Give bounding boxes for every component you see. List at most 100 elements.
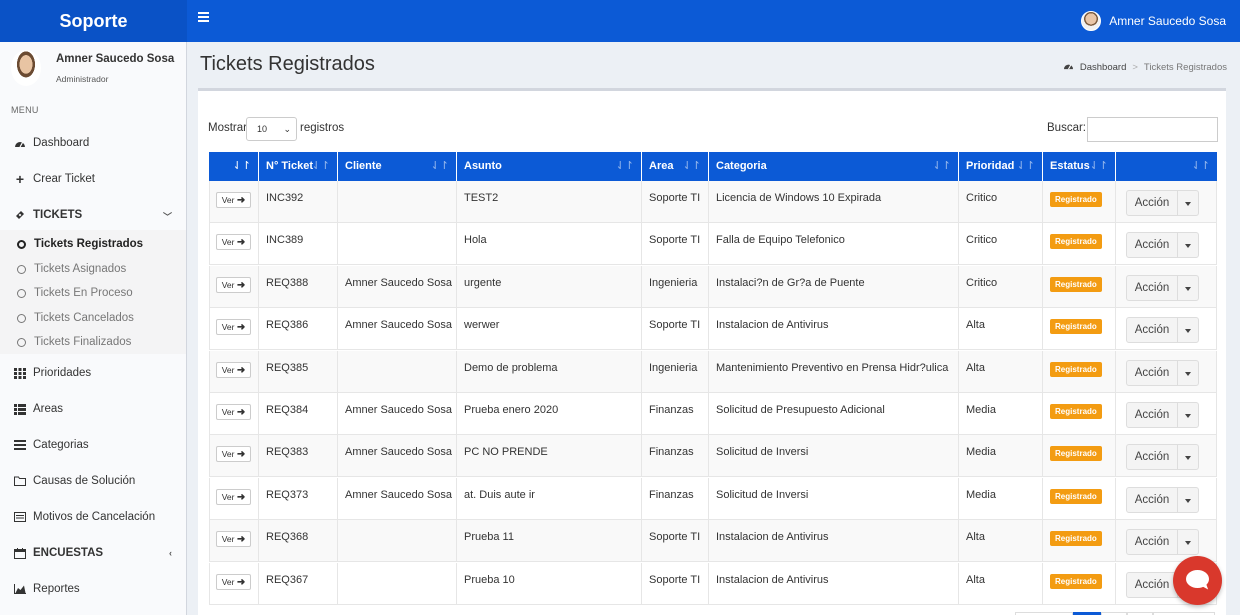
view-ticket-button[interactable]: Ver ➜ [216,361,251,378]
action-button[interactable]: Acción [1126,232,1178,259]
status-badge: Registrado [1050,361,1102,377]
view-button-label: Ver [221,576,235,587]
ticket-priority: Media [966,446,996,459]
action-button[interactable]: Acción [1126,274,1178,301]
table-cell: Media [959,435,1043,478]
column-header-categoria[interactable]: Categoria ⇃↾ [709,152,959,181]
view-ticket-button[interactable]: Ver ➜ [216,276,251,293]
sidebar-item-prioridades[interactable]: Prioridades [0,360,186,386]
action-dropdown-toggle[interactable] [1177,190,1199,216]
sidebar-item-dashboard[interactable]: Dashboard [0,130,186,156]
status-badge: Registrado [1050,531,1102,547]
ticket-client: Amner Saucedo Sosa [345,488,453,501]
column-header-asunto[interactable]: Asunto ⇃↾ [457,152,642,181]
view-ticket-button[interactable]: Ver ➜ [216,531,251,548]
column-header-estatus[interactable]: Estatus ⇃↾ [1043,152,1116,181]
action-button[interactable]: Acción [1126,571,1178,598]
folder-icon [14,475,26,487]
ticket-subject: urgente [464,276,502,289]
ticket-priority: Critico [966,234,998,247]
table-row: Ver ➜ REQ367 Prueba 10 Soporte TI Instalacio… [209,562,1217,605]
action-dropdown-toggle[interactable] [1177,232,1199,259]
column-header-view[interactable]: ⇃↾ [209,152,259,181]
view-ticket-button[interactable]: Ver ➜ [216,234,251,251]
sidebar-subitem-asignados[interactable]: Tickets Asignados [0,258,186,280]
ticket-category: Licencia de Windows 10 Expirada [716,192,882,204]
action-dropdown-toggle[interactable] [1177,486,1199,513]
sidebar-item-encuestas[interactable]: ENCUESTAS ‹ [0,540,186,566]
column-header-area[interactable]: Area ⇃↾ [642,152,709,181]
view-ticket-button[interactable]: Ver ➜ [216,446,251,463]
sidebar-item-causas[interactable]: Causas de Solución [0,468,186,494]
sidebar-item-motivos[interactable]: Motivos de Cancelación [0,504,186,530]
view-ticket-button[interactable]: Ver ➜ [216,404,251,420]
view-ticket-button[interactable]: Ver ➜ [216,573,251,590]
sidebar-item-crear-ticket[interactable]: + Crear Ticket [0,166,186,192]
action-button[interactable]: Acción [1126,402,1178,428]
table-cell: INC392 [259,181,338,223]
table-cell: Instalacion de Antivirus [709,520,959,563]
ticket-priority: Alta [966,361,985,374]
action-button[interactable]: Acción [1126,359,1178,386]
sidebar-subitem-registrados[interactable]: Tickets Registrados [0,233,186,255]
table-cell: Amner Saucedo Sosa [338,477,457,520]
action-dropdown-toggle[interactable] [1177,402,1199,428]
action-dropdown-toggle[interactable] [1177,274,1199,301]
brand-logo[interactable]: Soporte [0,0,187,42]
sidebar-item-label: Categorias [33,439,89,451]
action-button[interactable]: Acción [1126,190,1178,216]
arrow-right-icon: ➜ [236,195,246,206]
table-cell: Finanzas [642,435,709,478]
action-button[interactable]: Acción [1126,444,1178,471]
view-ticket-button[interactable]: Ver ➜ [216,319,251,336]
arrow-right-icon: ➜ [236,491,246,503]
user-menu[interactable]: Amner Saucedo Sosa [1081,11,1226,31]
action-button[interactable]: Acción [1126,529,1178,556]
table-cell: Registrado [1043,350,1116,393]
sidebar-toggle-icon[interactable] [198,12,210,26]
length-label: Mostrar [208,122,247,134]
view-button-label: Ver [221,364,235,375]
table-row: Ver ➜ INC392 TEST2 Soporte TI Licencia de Wi… [209,181,1217,223]
view-ticket-button[interactable]: Ver ➜ [216,488,251,505]
table-cell [338,520,457,563]
search-input[interactable] [1087,117,1218,142]
column-header-cliente[interactable]: Cliente ⇃↾ [338,152,457,181]
sidebar-item-reportes[interactable]: Reportes [0,576,186,602]
breadcrumb-dashboard-link[interactable]: Dashboard [1080,62,1126,73]
view-ticket-button[interactable]: Ver ➜ [216,192,251,208]
ticket-number: INC392 [266,192,304,204]
sidebar-subitem-finalizados[interactable]: Tickets Finalizados [0,331,186,353]
table-cell: Amner Saucedo Sosa [338,393,457,435]
chat-widget-button[interactable] [1173,556,1222,605]
ticket-category: Instalacion de Antivirus [716,531,829,544]
action-button[interactable]: Acción [1126,486,1178,513]
sidebar-subitem-label: Tickets Cancelados [34,312,134,324]
card-icon [14,511,26,523]
column-header-ticket[interactable]: N° Ticket ⇃↾ [259,152,338,181]
table-cell: Hola [457,223,642,266]
sidebar-item-areas[interactable]: Areas [0,396,186,422]
table-header: ⇃↾ N° Ticket ⇃↾ Cliente ⇃↾ Asunto ⇃↾ Are… [209,152,1217,181]
ticket-area: Soporte TI [649,192,701,204]
sidebar-item-label: TICKETS [33,209,83,221]
action-button[interactable]: Acción [1126,317,1178,344]
ticket-subject: PC NO PRENDE [464,446,548,459]
sidebar-subitem-en-proceso[interactable]: Tickets En Proceso [0,282,186,304]
ticket-area: Soporte TI [649,234,701,247]
sidebar-subitem-cancelados[interactable]: Tickets Cancelados [0,307,186,329]
action-dropdown-toggle[interactable] [1177,317,1199,344]
action-dropdown-toggle[interactable] [1177,359,1199,386]
column-header-actions[interactable]: ⇃↾ [1116,152,1217,181]
action-dropdown-toggle[interactable] [1177,529,1199,556]
length-select[interactable]: 10 ⌄ [246,117,297,141]
view-button-label: Ver [221,279,235,290]
table-cell: Ingenieria [642,350,709,393]
sidebar-item-categorias[interactable]: Categorias [0,432,186,458]
column-header-prioridad[interactable]: Prioridad ⇃↾ [959,152,1043,181]
action-dropdown-toggle[interactable] [1177,444,1199,471]
ticket-icon [14,209,26,221]
menu-header: MENU [11,105,39,115]
sidebar-item-tickets[interactable]: TICKETS ﹀ [0,202,186,228]
table-cell: Acción [1116,435,1217,478]
